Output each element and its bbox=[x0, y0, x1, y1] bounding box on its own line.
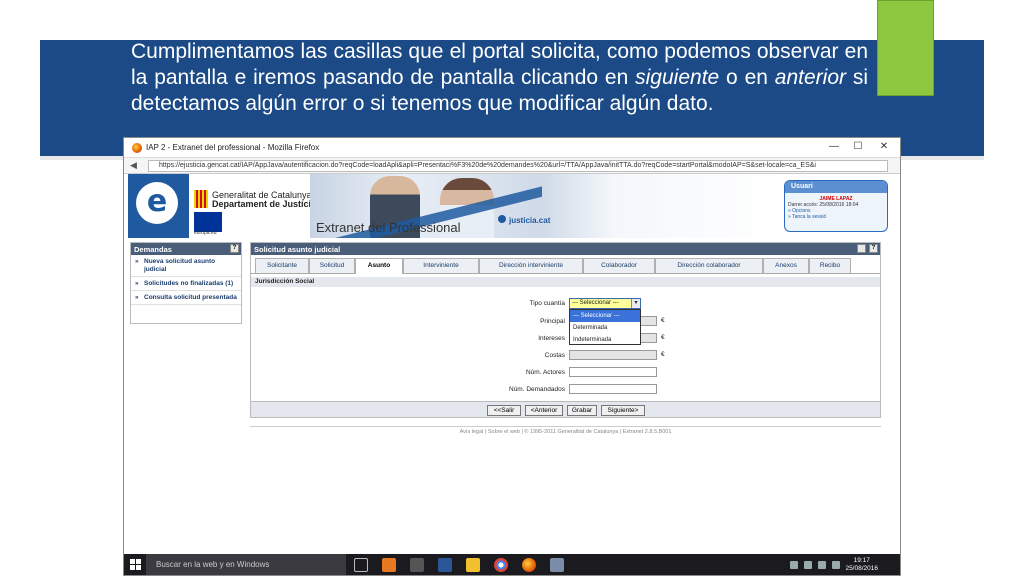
task-view-icon[interactable] bbox=[354, 558, 368, 572]
eu-label: europa.eu bbox=[194, 230, 217, 236]
word-anterior: anterior bbox=[774, 66, 846, 89]
firefox-icon bbox=[132, 143, 142, 153]
chevron-down-icon[interactable]: ▾ bbox=[631, 299, 640, 308]
tab-solicitud[interactable]: Solicitud bbox=[309, 258, 355, 273]
sidebar: Demandas ? Nueva solicitud asunto judici… bbox=[130, 242, 242, 324]
address-input[interactable]: https://ejusticia.gencat.cat/IAP/AppJava… bbox=[148, 160, 888, 172]
tab-strip: Solicitante Solicitud Asunto Intervinien… bbox=[251, 258, 880, 274]
intereses-label: Intereses bbox=[538, 335, 565, 342]
user-box: Usuari JAIME LAPAZ Darrer accés: 25/08/2… bbox=[784, 180, 888, 232]
window-titlebar: IAP 2 - Extranet del professional - Mozi… bbox=[124, 138, 900, 158]
tab-interviniente[interactable]: Interviniente bbox=[403, 258, 479, 273]
main-panel: Solicitud asunto judicial ? Solicitante … bbox=[250, 242, 881, 418]
maximize-icon[interactable]: ☐ bbox=[848, 141, 868, 152]
help-icon[interactable]: ? bbox=[230, 244, 239, 253]
user-box-header: Usuari bbox=[785, 181, 887, 193]
tab-anexos[interactable]: Anexos bbox=[763, 258, 809, 273]
app-icon[interactable] bbox=[382, 558, 396, 572]
sidebar-header: Demandas ? bbox=[131, 243, 241, 255]
logo-e: e bbox=[136, 182, 178, 224]
grabar-button[interactable]: Grabar bbox=[567, 405, 597, 416]
minimize-icon[interactable]: — bbox=[824, 141, 844, 152]
num-actores-label: Núm. Actores bbox=[525, 369, 565, 376]
print-icon[interactable] bbox=[857, 244, 866, 253]
main-header: Solicitud asunto judicial ? bbox=[251, 243, 880, 255]
justicia-cat-icon bbox=[498, 215, 506, 223]
justicia-cat-label: justicia.cat bbox=[509, 216, 551, 225]
num-demandados-input[interactable] bbox=[569, 384, 657, 394]
taskbar-search-input[interactable]: Buscar en la web y en Windows bbox=[146, 554, 346, 575]
word-siguiente: siguiente bbox=[635, 66, 720, 89]
explorer-icon[interactable] bbox=[466, 558, 480, 572]
url-bar: ◀ https://ejusticia.gencat.cat/IAP/AppJa… bbox=[124, 158, 900, 174]
tray-network-icon[interactable] bbox=[804, 561, 812, 569]
num-actores-input[interactable] bbox=[569, 367, 657, 377]
costas-currency: € bbox=[661, 351, 665, 358]
principal-label: Principal bbox=[540, 318, 565, 325]
slide-accent-tab bbox=[877, 0, 934, 96]
sidebar-item-nueva-solicitud[interactable]: Nueva solicitud asunto judicial bbox=[131, 255, 241, 277]
anterior-button[interactable]: <Anterior bbox=[525, 405, 563, 416]
section-header: Jurisdicción Social bbox=[251, 277, 880, 287]
tray-volume-icon[interactable] bbox=[818, 561, 826, 569]
chrome-icon[interactable] bbox=[494, 558, 508, 572]
salir-button[interactable]: <<Salir bbox=[487, 405, 521, 416]
tab-recibo[interactable]: Recibo bbox=[809, 258, 851, 273]
tab-direccion-interviniente[interactable]: Dirección interviniente bbox=[479, 258, 583, 273]
tab-colaborador[interactable]: Colaborador bbox=[583, 258, 655, 273]
sidebar-item-no-finalizadas[interactable]: Solicitudes no finalizadas (1) bbox=[131, 277, 241, 291]
taskbar-clock[interactable]: 19:17 25/08/2016 bbox=[845, 557, 878, 573]
tray-up-icon[interactable] bbox=[790, 561, 798, 569]
windows-taskbar: Buscar en la web y en Windows 19:17 25/0… bbox=[124, 554, 900, 575]
button-bar: <<Salir <Anterior Grabar Siguiente> bbox=[251, 401, 880, 417]
option-indeterminada[interactable]: Indeterminada bbox=[570, 334, 640, 346]
slide-caption: Cumplimentamos las casillas que el porta… bbox=[131, 40, 869, 115]
eu-flag-icon bbox=[194, 212, 222, 232]
close-icon[interactable]: ✕ bbox=[874, 141, 894, 152]
windows-start-icon[interactable] bbox=[130, 559, 142, 571]
help-icon[interactable]: ? bbox=[869, 244, 878, 253]
num-demandados-label: Núm. Demandados bbox=[509, 386, 565, 393]
page-footer: Avís legal | Sobre el web | © 1995-2011 … bbox=[250, 426, 881, 435]
ejusticia-logo: e bbox=[128, 174, 189, 238]
tipo-cuantia-dropdown: --- Seleccionar --- Determinada Indeterm… bbox=[569, 309, 641, 345]
web-page: e Generalitat de Catalunya Departament d… bbox=[124, 174, 900, 554]
tipo-cuantia-select[interactable]: --- Seleccionar --- ▾ bbox=[569, 298, 641, 309]
tray-keyboard-icon[interactable] bbox=[832, 561, 840, 569]
tab-solicitante[interactable]: Solicitante bbox=[255, 258, 309, 273]
window-title: IAP 2 - Extranet del professional - Mozi… bbox=[146, 143, 320, 152]
tipo-cuantia-label: Tipo cuantía bbox=[529, 300, 565, 307]
siguiente-button[interactable]: Siguiente> bbox=[601, 405, 645, 416]
option-seleccionar[interactable]: --- Seleccionar --- bbox=[570, 310, 640, 322]
sidebar-item-consulta[interactable]: Consulta solicitud presentada bbox=[131, 291, 241, 305]
catalan-flag-icon bbox=[194, 190, 208, 208]
firefox-taskbar-icon[interactable] bbox=[522, 558, 536, 572]
site-header: e Generalitat de Catalunya Departament d… bbox=[124, 174, 900, 238]
costas-label: Costas bbox=[544, 352, 565, 359]
tab-asunto[interactable]: Asunto bbox=[355, 258, 403, 274]
intereses-currency: € bbox=[661, 334, 665, 341]
extranet-title: Extranet del Professional bbox=[316, 220, 461, 235]
option-determinada[interactable]: Determinada bbox=[570, 322, 640, 334]
store-icon[interactable] bbox=[410, 558, 424, 572]
costas-input[interactable] bbox=[569, 350, 657, 360]
paint-icon[interactable] bbox=[550, 558, 564, 572]
logout-link[interactable]: » Tanca la sessió bbox=[785, 214, 887, 220]
principal-currency: € bbox=[661, 317, 665, 324]
tab-direccion-colaborador[interactable]: Dirección colaborador bbox=[655, 258, 763, 273]
word-icon[interactable] bbox=[438, 558, 452, 572]
browser-window: IAP 2 - Extranet del professional - Mozi… bbox=[123, 137, 901, 576]
back-icon[interactable]: ◀ bbox=[130, 160, 137, 171]
